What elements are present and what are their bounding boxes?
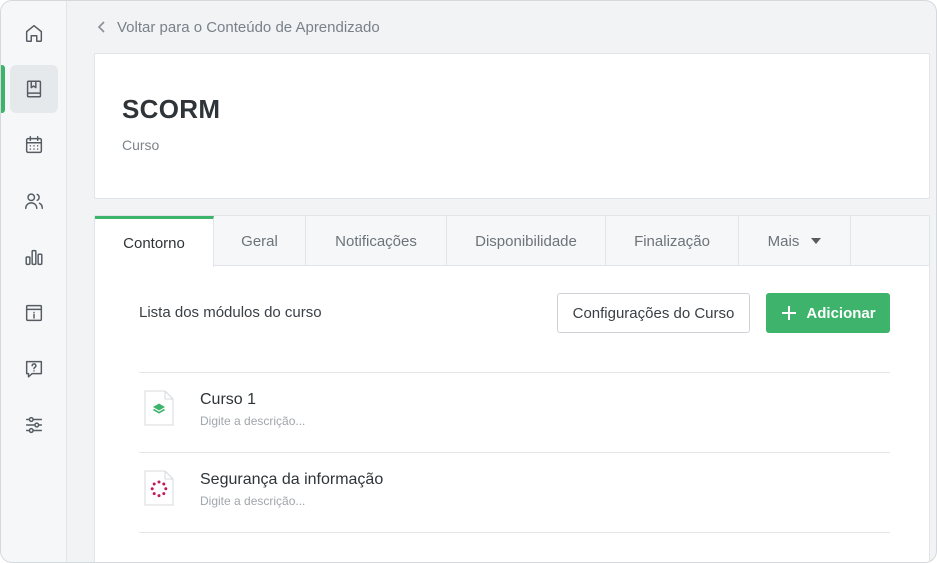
outline-panel: Contorno Geral Notificações Disponibilid… <box>94 215 930 562</box>
sidebar-item-reports[interactable] <box>10 233 58 281</box>
sidebar-active-indicator <box>1 65 5 113</box>
tab-label: Notificações <box>335 232 417 250</box>
module-description[interactable]: Digite a descrição... <box>200 414 305 428</box>
calendar-icon <box>25 136 43 154</box>
app-window: Voltar para o Conteúdo de Aprendizado SC… <box>0 0 937 563</box>
sidebar-item-calendar[interactable] <box>10 121 58 169</box>
tab-contorno[interactable]: Contorno <box>95 216 214 267</box>
chevron-left-icon <box>97 21 105 33</box>
back-link[interactable]: Voltar para o Conteúdo de Aprendizado <box>97 16 380 38</box>
book-icon <box>26 80 42 98</box>
layers-icon <box>144 390 174 426</box>
add-button-label: Adicionar <box>806 304 876 322</box>
divider <box>139 532 890 533</box>
list-item[interactable]: Segurança da informação Digite a descriç… <box>139 453 890 533</box>
bar-chart-icon <box>25 249 43 266</box>
sidebar-item-home[interactable] <box>10 9 58 57</box>
module-list-label: Lista dos módulos do curso <box>139 304 322 321</box>
page-subtitle: Curso <box>122 137 160 153</box>
sidebar-item-help[interactable] <box>10 345 58 393</box>
tab-geral[interactable]: Geral <box>214 216 306 266</box>
scorm-burst-icon <box>144 470 174 506</box>
tab-label: Mais <box>767 232 800 250</box>
tab-mais[interactable]: Mais <box>739 216 851 266</box>
module-title: Curso 1 <box>200 391 257 408</box>
course-settings-button[interactable]: Configurações do Curso <box>557 293 750 333</box>
tab-label: Disponibilidade <box>475 232 577 250</box>
course-header: SCORM Curso <box>94 53 930 199</box>
caret-down-icon <box>811 238 822 244</box>
sliders-icon <box>25 416 43 434</box>
back-link-label: Voltar para o Conteúdo de Aprendizado <box>117 18 380 36</box>
help-icon <box>25 360 43 378</box>
sidebar-item-users[interactable] <box>10 177 58 225</box>
tab-notificacoes[interactable]: Notificações <box>306 216 447 266</box>
sidebar-item-info[interactable] <box>10 289 58 337</box>
sidebar-item-settings[interactable] <box>10 401 58 449</box>
sidebar-item-learning[interactable] <box>10 65 58 113</box>
module-title: Segurança da informação <box>200 471 384 488</box>
tab-bar: Contorno Geral Notificações Disponibilid… <box>95 216 929 267</box>
tab-finalizacao[interactable]: Finalização <box>606 216 739 266</box>
add-button[interactable]: Adicionar <box>766 293 890 333</box>
tab-label: Geral <box>241 232 278 250</box>
tab-label: Contorno <box>123 234 185 252</box>
plus-icon <box>782 306 797 320</box>
module-description[interactable]: Digite a descrição... <box>200 494 305 508</box>
users-icon <box>25 193 43 210</box>
sidebar <box>1 1 67 562</box>
home-icon <box>25 24 43 42</box>
page-title: SCORM <box>122 94 221 124</box>
tab-label: Finalização <box>634 232 710 250</box>
list-item[interactable]: Curso 1 Digite a descrição... <box>139 373 890 453</box>
tab-disponibilidade[interactable]: Disponibilidade <box>447 216 606 266</box>
info-box-icon <box>25 304 43 322</box>
